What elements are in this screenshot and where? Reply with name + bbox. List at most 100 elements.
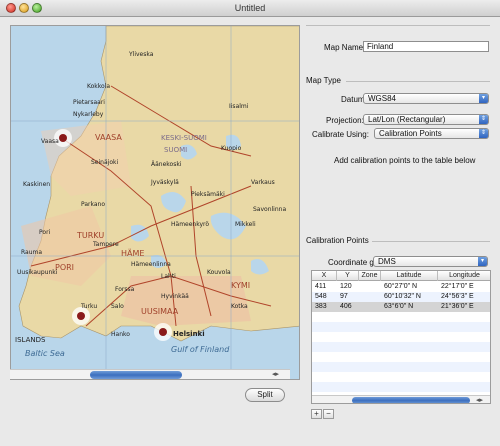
scroll-arrows-icon[interactable]: ◂▸ <box>476 396 483 403</box>
remove-point-button[interactable]: − <box>323 409 334 419</box>
map-label: HÄME <box>121 248 144 258</box>
map-label: Tampere <box>92 241 119 248</box>
map-label: Varkaus <box>251 179 275 186</box>
cell-longitude: 24°56'3" E <box>441 293 474 300</box>
cell-zone <box>359 302 381 312</box>
empty-row <box>312 312 490 322</box>
map-label: Gulf of Finland <box>171 345 230 354</box>
column-header-zone[interactable]: Zone <box>359 271 381 281</box>
cell-zone <box>359 282 381 292</box>
title-bar: Untitled <box>0 0 500 17</box>
map-label: Parkano <box>81 201 105 208</box>
map-label: Seinäjoki <box>91 159 118 166</box>
main-window: Yliveska Kokkola Pietarsaari Nykarleby I… <box>0 17 500 446</box>
coordinate-grid-select[interactable]: DMS ▾ <box>373 256 488 267</box>
table-row[interactable]: 411 120 60°27'0" N 22°17'0" E <box>312 282 490 292</box>
table-horizontal-scroll-thumb[interactable] <box>352 397 470 403</box>
map-label: Mikkeli <box>235 221 256 228</box>
map-type-header: Map Type <box>306 76 341 85</box>
map-label: Pietarsaari <box>73 99 105 106</box>
projection-select[interactable]: Lat/Lon (Rectangular) ⇕ <box>363 114 489 125</box>
table-horizontal-scrollbar[interactable]: ◂▸ <box>312 395 490 403</box>
add-point-button[interactable]: + <box>311 409 322 419</box>
map-label: Forssa <box>115 286 135 293</box>
cell-y: 120 <box>340 283 352 290</box>
map-label: Lahti <box>161 273 176 280</box>
column-header-latitude[interactable]: Latitude <box>381 271 438 281</box>
calibrate-using-value: Calibration Points <box>379 129 442 138</box>
map-label: Salo <box>111 303 124 310</box>
coordinate-grid-value: DMS <box>378 257 396 266</box>
map-name-field[interactable]: Finland <box>363 41 489 52</box>
map-label: Rauma <box>21 249 42 256</box>
projection-label: Projection: <box>326 116 364 125</box>
map-label: TURKU <box>76 231 104 240</box>
map-label: Kaskinen <box>23 181 50 188</box>
map-label: Nykarleby <box>73 111 104 118</box>
map-label: Kotka <box>231 303 248 310</box>
map-view[interactable]: Yliveska Kokkola Pietarsaari Nykarleby I… <box>10 25 300 380</box>
map-label: Hämeenlinna <box>131 261 171 268</box>
map-label: Kokkola <box>87 83 110 90</box>
cell-y: 97 <box>340 293 348 300</box>
map-label: PORI <box>55 263 74 272</box>
map-label: Hyvinkää <box>161 293 189 300</box>
calibration-points-header: Calibration Points <box>306 236 369 245</box>
datum-select[interactable]: WGS84 ▾ <box>363 93 489 104</box>
map-horizontal-scroll-thumb[interactable] <box>90 371 182 379</box>
divider <box>346 81 490 82</box>
map-label: Hanko <box>111 331 130 338</box>
cell-longitude: 21°36'0" E <box>441 303 474 310</box>
column-header-y[interactable]: Y <box>337 271 359 281</box>
cell-latitude: 63°6'0" N <box>384 303 414 310</box>
map-label: ISLANDS <box>15 336 46 344</box>
datum-value: WGS84 <box>368 94 397 103</box>
map-label: Vaasa <box>41 138 59 145</box>
map-image[interactable]: Yliveska Kokkola Pietarsaari Nykarleby I… <box>11 26 300 380</box>
calibration-hint: Add calibration points to the table belo… <box>334 156 476 165</box>
map-label: Baltic Sea <box>25 349 65 358</box>
calibration-table[interactable]: X Y Zone Latitude Longitude 411 120 60°2… <box>311 270 491 404</box>
table-header: X Y Zone Latitude Longitude <box>312 271 490 281</box>
map-horizontal-scrollbar[interactable]: ◂▸ <box>10 369 290 379</box>
cell-x: 548 <box>315 293 327 300</box>
cell-latitude: 60°10'32" N <box>384 293 421 300</box>
chevron-updown-icon: ⇕ <box>479 129 488 138</box>
map-label: Hämeenkyrö <box>171 221 209 228</box>
table-row[interactable]: 548 97 60°10'32" N 24°56'3" E <box>312 292 490 302</box>
split-button[interactable]: Split <box>245 388 285 402</box>
projection-value: Lat/Lon (Rectangular) <box>368 115 446 124</box>
map-label: Helsinki <box>173 330 205 338</box>
chevron-updown-icon: ⇕ <box>479 115 488 124</box>
map-label: UUSIMAA <box>141 307 179 316</box>
map-label: Uusikaupunki <box>17 269 58 276</box>
column-header-longitude[interactable]: Longitude <box>438 271 490 281</box>
map-label: Pieksämäki <box>191 191 225 198</box>
cell-zone <box>359 292 381 302</box>
map-label: Äänekoski <box>151 161 182 168</box>
empty-row <box>312 342 490 352</box>
map-label: Yliveska <box>128 51 154 58</box>
window-title: Untitled <box>234 3 266 13</box>
cell-y: 406 <box>340 303 352 310</box>
calibrate-using-select[interactable]: Calibration Points ⇕ <box>374 128 489 139</box>
scroll-arrows-icon[interactable]: ◂▸ <box>272 370 279 378</box>
column-header-x[interactable]: X <box>312 271 337 281</box>
map-label: Savonlinna <box>253 206 286 213</box>
map-label: Turku <box>80 303 97 310</box>
empty-row <box>312 362 490 372</box>
empty-row <box>312 382 490 392</box>
settings-panel: Map Name: Finland Map Type Datum: WGS84 … <box>306 17 500 446</box>
map-label: VAASA <box>95 133 122 142</box>
map-label: KESKI-SUOMI <box>161 134 207 142</box>
empty-row <box>312 332 490 342</box>
map-name-label: Map Name: <box>324 43 366 52</box>
table-row-selected[interactable]: 383 406 63°6'0" N 21°36'0" E <box>312 302 490 312</box>
map-label: Kuopio <box>221 145 242 152</box>
cell-latitude: 60°27'0" N <box>384 283 418 290</box>
calibrate-using-label: Calibrate Using: <box>312 130 369 139</box>
map-label: Kouvola <box>207 269 231 276</box>
map-label: KYMI <box>231 281 250 290</box>
map-vertical-scrollbar[interactable] <box>299 46 300 380</box>
map-label: Iisalmi <box>229 103 249 110</box>
